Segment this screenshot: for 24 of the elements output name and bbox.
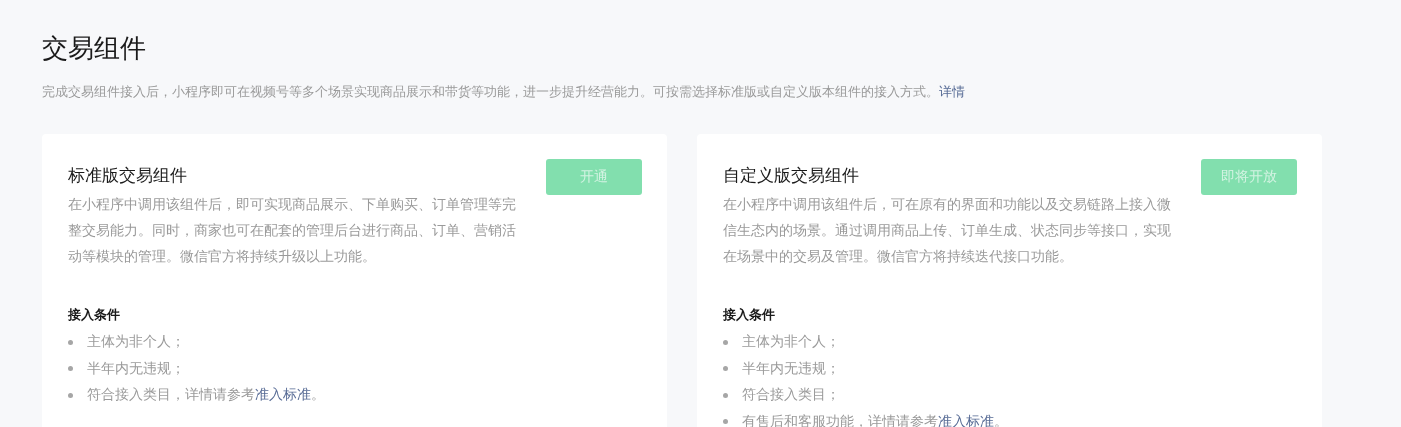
bullet-icon bbox=[723, 339, 728, 345]
card-description: 在小程序中调用该组件后，可在原有的界面和功能以及交易链路上接入微信生态内的场景。通过调用商品上传、订单生成、状态同步等接口，实现在场景中的交易及管理。微信官方将持续迭代接口功能。 bbox=[723, 195, 1172, 266]
bullet-icon bbox=[68, 366, 73, 372]
conditions-heading: 接入条件 bbox=[68, 306, 121, 324]
condition-text: 主体为非个人； bbox=[742, 333, 840, 352]
condition-text: 半年内无违规； bbox=[742, 359, 840, 378]
condition-text: 符合接入类目； bbox=[742, 386, 840, 405]
card-description: 在小程序中调用该组件后，即可实现商品展示、下单购买、订单管理等完整交易能力。同时，商家也可在配套的管理后台进行商品、订单、营销活动等模块的管理。微信官方将持续升级以上功能。 bbox=[68, 195, 517, 266]
standards-link[interactable]: 准入标准 bbox=[255, 386, 311, 403]
bullet-icon bbox=[723, 419, 728, 425]
details-link[interactable]: 详情 bbox=[939, 84, 965, 99]
conditions-heading: 接入条件 bbox=[723, 306, 776, 324]
card-title: 自定义版交易组件 bbox=[723, 164, 860, 187]
card-title: 标准版交易组件 bbox=[68, 164, 188, 187]
condition-text: 有售后和客服功能，详情请参考准入标准。 bbox=[742, 412, 1008, 427]
bullet-icon bbox=[68, 392, 73, 398]
condition-text: 半年内无违规； bbox=[87, 359, 185, 378]
bullet-icon bbox=[68, 339, 73, 345]
standards-link[interactable]: 准入标准 bbox=[938, 412, 994, 427]
condition-text: 主体为非个人； bbox=[87, 333, 185, 352]
page-title: 交易组件 bbox=[42, 32, 147, 65]
bullet-icon bbox=[723, 366, 728, 372]
condition-text: 符合接入类目，详情请参考准入标准。 bbox=[87, 386, 325, 405]
bullet-icon bbox=[723, 392, 728, 398]
